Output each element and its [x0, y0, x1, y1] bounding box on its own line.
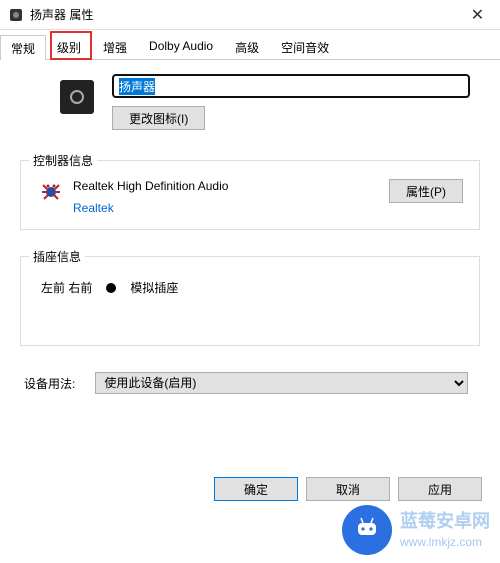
jack-color-dot [106, 283, 116, 293]
controller-group-title: 控制器信息 [29, 152, 97, 169]
close-button[interactable]: ✕ [455, 0, 500, 30]
controller-vendor: Realtek [73, 201, 379, 215]
watermark-url: www.lmkjz.com [400, 534, 490, 551]
usage-row: 设备用法: 使用此设备(启用) [20, 372, 480, 394]
change-icon-button[interactable]: 更改图标(I) [112, 106, 205, 130]
controller-groupbox: 控制器信息 Realtek High Definition Audio Real… [20, 160, 480, 230]
tab-advanced[interactable]: 高级 [224, 34, 270, 59]
watermark-badge-icon [342, 505, 392, 555]
usage-select[interactable]: 使用此设备(启用) [95, 372, 468, 394]
tab-levels[interactable]: 级别 [46, 34, 92, 59]
tab-content: 更改图标(I) 控制器信息 Realtek High Definition Au… [0, 60, 500, 394]
watermark: 蓝莓安卓网 www.lmkjz.com [342, 505, 490, 555]
device-row: 更改图标(I) [20, 74, 480, 130]
usage-label: 设备用法: [24, 375, 75, 392]
tab-spatial[interactable]: 空间音效 [270, 34, 340, 59]
realtek-icon [39, 179, 63, 203]
apply-button[interactable]: 应用 [398, 477, 482, 501]
cancel-button[interactable]: 取消 [306, 477, 390, 501]
titlebar: 扬声器 属性 ✕ [0, 0, 500, 30]
controller-properties-button[interactable]: 属性(P) [389, 179, 463, 203]
tab-enhancements[interactable]: 增强 [92, 34, 138, 59]
dialog-footer: 确定 取消 应用 [214, 477, 482, 501]
tab-general[interactable]: 常规 [0, 35, 46, 60]
tab-strip: 常规 级别 增强 Dolby Audio 高级 空间音效 [0, 34, 500, 60]
controller-name: Realtek High Definition Audio [73, 179, 379, 193]
jack-position: 左前 右前 [41, 279, 92, 296]
window-title: 扬声器 属性 [30, 6, 455, 23]
device-name-input[interactable] [112, 74, 470, 98]
jack-groupbox: 插座信息 左前 右前 模拟插座 [20, 256, 480, 346]
jack-type: 模拟插座 [130, 279, 178, 296]
ok-button[interactable]: 确定 [214, 477, 298, 501]
speaker-icon [60, 80, 94, 114]
jack-group-title: 插座信息 [29, 248, 85, 265]
watermark-title: 蓝莓安卓网 [400, 509, 490, 534]
tab-dolby[interactable]: Dolby Audio [138, 34, 224, 59]
window-icon [8, 7, 24, 23]
